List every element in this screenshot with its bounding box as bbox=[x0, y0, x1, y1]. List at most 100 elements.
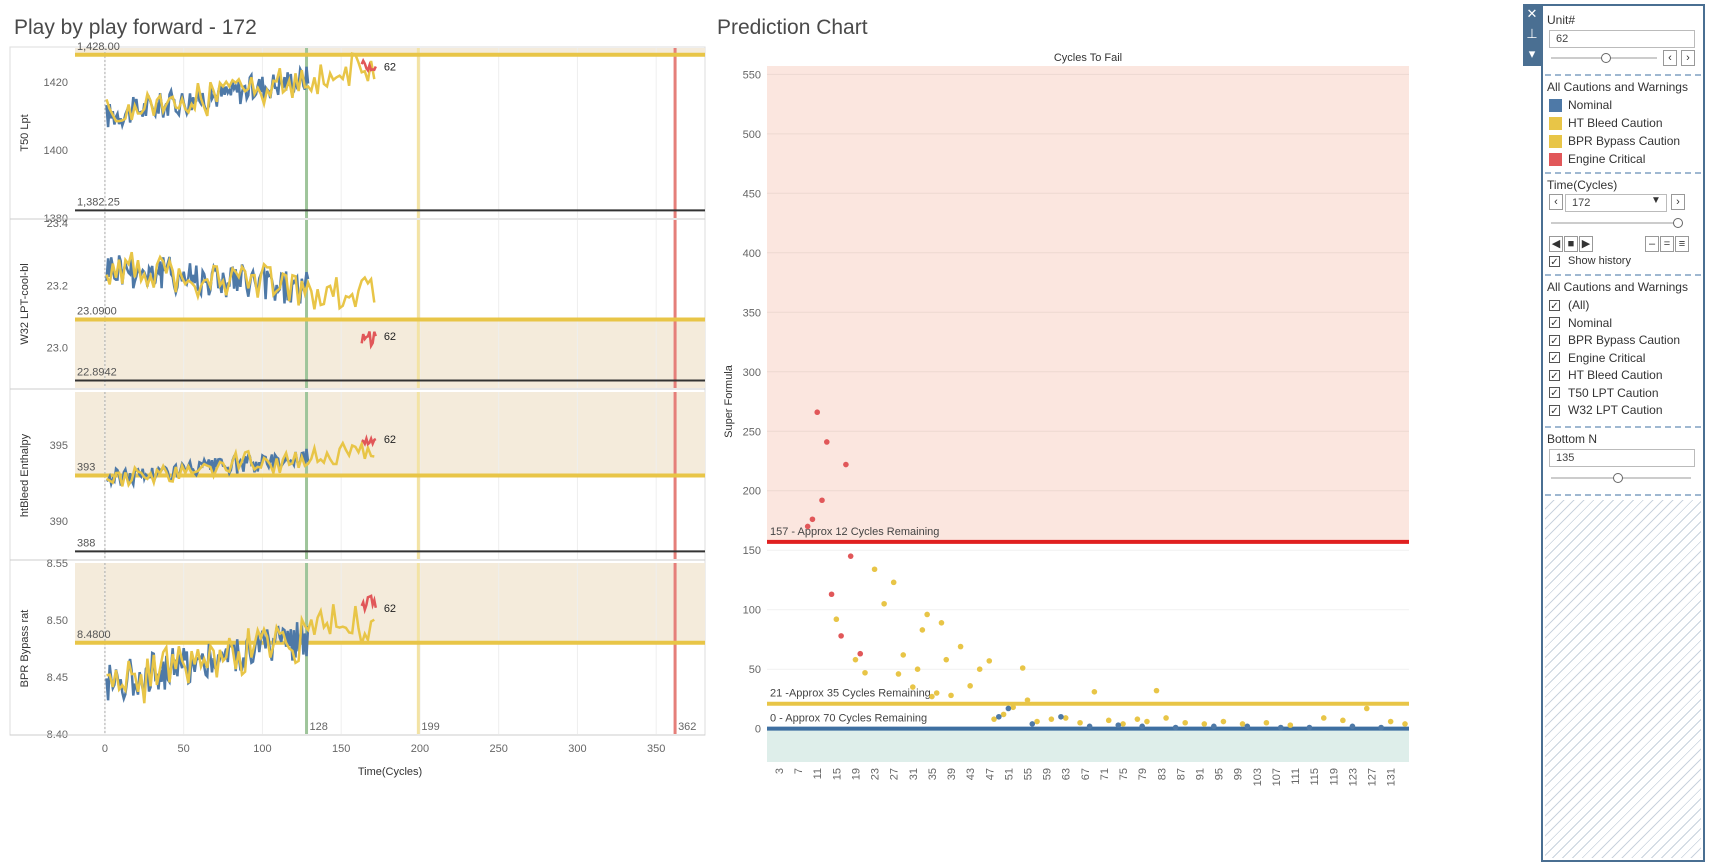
y-tick-label: 50 bbox=[749, 664, 761, 676]
check-icon: ✓ bbox=[1549, 404, 1560, 417]
caution-point bbox=[871, 566, 878, 573]
check-icon: ✓ bbox=[1549, 334, 1560, 347]
y-tick-label: 390 bbox=[50, 516, 68, 528]
legend-item-nominal[interactable]: Nominal bbox=[1549, 98, 1612, 112]
caution-point bbox=[1024, 697, 1031, 703]
critical-point bbox=[843, 461, 849, 468]
unit-label: 62 bbox=[384, 434, 396, 446]
threshold-label: 157 - Approx 12 Cycles Remaining bbox=[770, 526, 939, 538]
legend-title: All Cautions and Warnings bbox=[1547, 80, 1688, 94]
x-tick-label: 35 bbox=[927, 768, 939, 780]
y-tick-label: 500 bbox=[743, 129, 761, 141]
filter-checkbox-all[interactable]: ✓ (All) bbox=[1549, 298, 1589, 312]
caution-point bbox=[1287, 722, 1294, 728]
x-tick-label: 50 bbox=[178, 743, 190, 755]
unit-label: 62 bbox=[384, 603, 396, 615]
caution-point bbox=[976, 666, 983, 672]
caution-point bbox=[919, 627, 926, 633]
empty-panel-area bbox=[1545, 500, 1701, 858]
critical-point bbox=[847, 553, 854, 559]
caution-point bbox=[914, 666, 921, 672]
unit-input[interactable]: 62 bbox=[1549, 30, 1695, 48]
check-icon: ✓ bbox=[1549, 369, 1560, 382]
legend-item-ht-bleed[interactable]: HT Bleed Caution bbox=[1549, 116, 1663, 130]
y-tick-label: 23.2 bbox=[47, 280, 68, 292]
caution-point bbox=[1363, 705, 1370, 712]
time-slider-knob[interactable] bbox=[1673, 218, 1683, 228]
caution-point bbox=[967, 683, 973, 689]
y-tick-label: 250 bbox=[743, 426, 761, 438]
panel-1: 23.0 23.2 23.4 W32 LPT-cool-bl 23.0900 22.894… bbox=[10, 218, 705, 390]
time-next-button[interactable]: › bbox=[1671, 194, 1685, 210]
filter-checkbox-engine-critical[interactable]: ✓ Engine Critical bbox=[1549, 351, 1645, 365]
play-button[interactable]: ▶ bbox=[1579, 236, 1593, 252]
nominal-point bbox=[1277, 724, 1284, 731]
unit-prev-button[interactable]: ‹ bbox=[1663, 50, 1677, 66]
y-tick-label: 550 bbox=[743, 69, 761, 81]
y-tick-label: 300 bbox=[743, 367, 761, 379]
x-tick-label: 103 bbox=[1252, 768, 1264, 786]
nominal-point bbox=[1086, 723, 1093, 730]
stop-button[interactable]: ■ bbox=[1564, 236, 1578, 252]
close-icon[interactable]: ✕ bbox=[1523, 4, 1541, 24]
play-back-button[interactable]: ◀ bbox=[1549, 236, 1563, 252]
lower-threshold-label: 1,382.25 bbox=[77, 196, 120, 208]
caution-point bbox=[943, 656, 950, 663]
x-tick-label: 47 bbox=[984, 768, 996, 780]
caution-point bbox=[1048, 716, 1055, 722]
unit-label: 62 bbox=[384, 331, 396, 343]
panel-3: 8.408.458.508.55BPR Bypass rat 8.480062 bbox=[10, 558, 705, 741]
nominal-swatch bbox=[1549, 98, 1562, 112]
critical-point bbox=[814, 409, 821, 416]
bottom-n-slider-knob[interactable] bbox=[1613, 473, 1623, 483]
y-tick-label: 350 bbox=[743, 307, 761, 319]
x-tick-label: 100 bbox=[253, 743, 271, 755]
x-tick-label: 250 bbox=[489, 743, 507, 755]
unit-next-button[interactable]: › bbox=[1681, 50, 1695, 66]
chevron-down-icon[interactable]: ▼ bbox=[1651, 195, 1661, 206]
bottom-n-input[interactable]: 135 bbox=[1549, 449, 1695, 467]
divider bbox=[1545, 426, 1701, 428]
show-history-checkbox[interactable]: ✓ Show history bbox=[1549, 255, 1631, 268]
filter-checkbox-ht-bleed-caution[interactable]: ✓ HT Bleed Caution bbox=[1549, 368, 1663, 382]
bpr-bypass-swatch bbox=[1549, 134, 1562, 148]
pin-icon[interactable]: ⊥ bbox=[1523, 24, 1541, 44]
caution-point bbox=[862, 669, 868, 676]
nominal-point bbox=[996, 713, 1002, 720]
time-slider[interactable] bbox=[1551, 222, 1677, 224]
filter-checkbox-bpr-bypass-caution[interactable]: ✓ BPR Bypass Caution bbox=[1549, 333, 1680, 347]
speed-fast-button[interactable]: ≡ bbox=[1675, 236, 1689, 252]
legend-item-bpr-bypass[interactable]: BPR Bypass Caution bbox=[1549, 134, 1680, 148]
y-tick-label: 8.45 bbox=[47, 672, 68, 684]
unit-slider-knob[interactable] bbox=[1601, 53, 1611, 63]
panel-control-strip: ✕ ⊥ ▾ bbox=[1523, 4, 1541, 66]
caution-point bbox=[986, 658, 993, 664]
nominal-point bbox=[1244, 723, 1251, 730]
legend-item-engine-critical[interactable]: Engine Critical bbox=[1549, 152, 1645, 166]
time-prev-button[interactable]: ‹ bbox=[1549, 194, 1563, 210]
critical-band bbox=[767, 66, 1409, 542]
engine-critical-swatch bbox=[1549, 152, 1562, 166]
filter-checkbox-nominal[interactable]: ✓ Nominal bbox=[1549, 316, 1612, 330]
upper-threshold-label: 23.0900 bbox=[77, 306, 117, 318]
upper-threshold-label: 393 bbox=[77, 462, 95, 474]
y-tick-label: 100 bbox=[743, 605, 761, 617]
y-axis-label: T50 Lpt bbox=[19, 114, 31, 151]
panel-0: 138014001420T50 Lpt1,428.001,382.2562 bbox=[10, 41, 705, 225]
speed-medium-button[interactable]: = bbox=[1660, 236, 1674, 252]
left-chart-title: Play by play forward - 172 bbox=[14, 16, 257, 39]
caution-point bbox=[938, 620, 945, 626]
legend-label: BPR Bypass Caution bbox=[1568, 134, 1681, 148]
nominal-point bbox=[1029, 721, 1036, 727]
filter-checkbox-w32-lpt-caution[interactable]: ✓ W32 LPT Caution bbox=[1549, 403, 1663, 417]
critical-point bbox=[819, 497, 825, 504]
critical-point bbox=[828, 591, 835, 598]
filter-checkbox-t50-lpt-caution[interactable]: ✓ T50 LPT Caution bbox=[1549, 386, 1659, 400]
speed-slow-button[interactable]: – bbox=[1645, 236, 1659, 252]
dropdown-icon[interactable]: ▾ bbox=[1523, 44, 1541, 64]
caution-point bbox=[1340, 717, 1346, 724]
x-tick-label: 39 bbox=[946, 768, 958, 780]
caution-point bbox=[1010, 704, 1016, 711]
reference-line-label: 362 bbox=[678, 721, 696, 733]
x-tick-label: 23 bbox=[870, 768, 882, 780]
